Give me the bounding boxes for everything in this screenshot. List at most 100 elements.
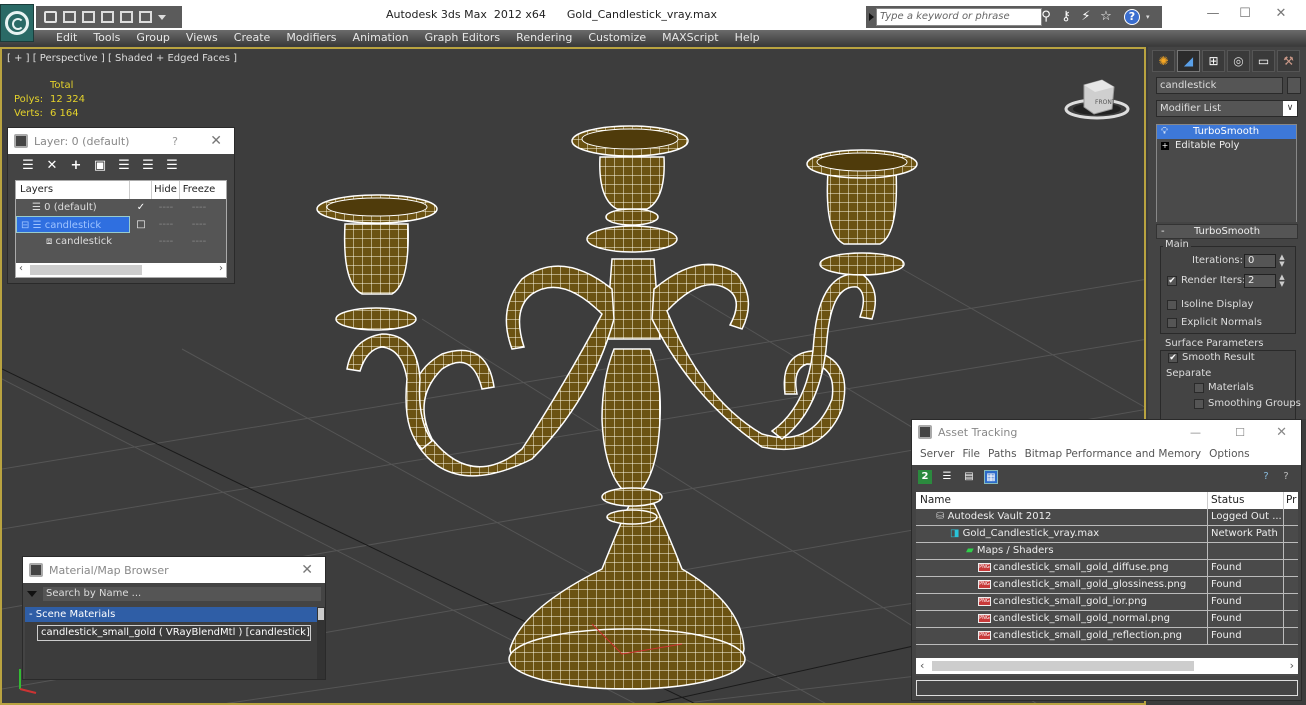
material-browser-titlebar[interactable]: Material/Map Browser ✕: [23, 557, 325, 583]
material-entry[interactable]: candlestick_small_gold ( VRayBlendMtl ) …: [37, 625, 311, 641]
select-layer-icon[interactable]: ☰: [116, 159, 132, 173]
asset-path-field[interactable]: [916, 680, 1298, 696]
menu-rendering[interactable]: Rendering: [508, 30, 580, 46]
browser-options-dropdown-icon[interactable]: [27, 591, 37, 597]
column-status[interactable]: Status: [1208, 492, 1284, 509]
refresh-icon[interactable]: 2: [918, 470, 932, 484]
freeze-toggle[interactable]: ----: [180, 233, 218, 250]
select-objects-icon[interactable]: ▣: [92, 159, 108, 173]
iterations-spinner-arrows[interactable]: ▲ ▼: [1278, 254, 1286, 268]
isoline-display-checkbox[interactable]: [1167, 300, 1177, 310]
column-layers[interactable]: Layers: [16, 181, 130, 199]
asset-menu-bitmap-performance[interactable]: Bitmap Performance and Memory: [1021, 444, 1206, 465]
menu-modifiers[interactable]: Modifiers: [278, 30, 344, 46]
motion-tab-icon[interactable]: ◎: [1227, 50, 1250, 72]
layer-dialog-close-button[interactable]: ✕: [210, 133, 222, 149]
lightbulb-icon[interactable]: 💡︎: [1161, 125, 1168, 139]
column-current[interactable]: [130, 181, 152, 199]
new-scene-icon[interactable]: [82, 11, 95, 23]
search-by-name-input[interactable]: Search by Name ...: [43, 587, 321, 601]
list-view-icon[interactable]: ☰: [940, 470, 954, 484]
asset-menu-file[interactable]: File: [958, 444, 984, 465]
hide-toggle[interactable]: ----: [152, 199, 180, 216]
collapse-rollout-icon[interactable]: -: [1161, 225, 1165, 238]
minimize-button[interactable]: —: [1198, 6, 1228, 22]
object-color-swatch[interactable]: [1287, 77, 1301, 94]
add-to-layer-icon[interactable]: +: [68, 159, 84, 173]
asset-row[interactable]: PNG candlestick_small_gold_normal.png Fou…: [916, 611, 1298, 628]
explicit-normals-checkbox[interactable]: [1167, 318, 1177, 328]
table-view-icon[interactable]: ▦: [984, 470, 998, 484]
rollout-header[interactable]: - TurboSmooth: [1156, 224, 1298, 239]
thumbnail-view-icon[interactable]: ▤: [962, 470, 976, 484]
open-file-icon[interactable]: [44, 11, 57, 23]
asset-row[interactable]: PNG candlestick_small_gold_reflection.png…: [916, 628, 1298, 645]
scrollbar-thumb[interactable]: [30, 265, 142, 275]
help-pointer-icon[interactable]: ?: [1279, 470, 1293, 484]
menu-maxscript[interactable]: MAXScript: [654, 30, 726, 46]
menu-create[interactable]: Create: [226, 30, 279, 46]
maximize-button[interactable]: ☐: [1230, 6, 1260, 22]
menu-animation[interactable]: Animation: [345, 30, 417, 46]
asset-menu-paths[interactable]: Paths: [984, 444, 1021, 465]
menu-group[interactable]: Group: [128, 30, 178, 46]
scene-materials-group[interactable]: - Scene Materials: [25, 607, 317, 622]
freeze-toggle[interactable]: ----: [180, 199, 218, 216]
application-menu-button[interactable]: [0, 4, 34, 42]
scroll-left-icon[interactable]: ‹: [19, 263, 23, 274]
menu-views[interactable]: Views: [178, 30, 226, 46]
stack-item-turbosmooth[interactable]: 💡︎ TurboSmooth: [1157, 125, 1296, 139]
hierarchy-tab-icon[interactable]: ⊞: [1202, 50, 1225, 72]
asset-minimize-button[interactable]: —: [1190, 426, 1201, 439]
render-iters-spinner-arrows[interactable]: ▲ ▼: [1278, 274, 1286, 288]
create-tab-icon[interactable]: ✺: [1152, 50, 1175, 72]
set-current-layer-box[interactable]: □: [130, 216, 152, 233]
material-vertical-scrollbar[interactable]: [317, 607, 325, 679]
layer-help-button[interactable]: ?: [172, 135, 178, 148]
freeze-toggle[interactable]: ----: [180, 216, 218, 233]
asset-menu-options[interactable]: Options: [1205, 444, 1254, 465]
create-layer-icon[interactable]: ☰: [20, 159, 36, 173]
menu-graph-editors[interactable]: Graph Editors: [417, 30, 509, 46]
expand-search-icon[interactable]: [869, 13, 874, 21]
asset-menu-server[interactable]: Server: [916, 444, 958, 465]
asset-row[interactable]: ⛁ Autodesk Vault 2012 Logged Out ...: [916, 509, 1298, 526]
object-name-field[interactable]: candlestick: [1156, 77, 1283, 94]
hide-toggle[interactable]: ----: [152, 216, 180, 233]
communication-center-icon[interactable]: ⚡: [1078, 9, 1094, 25]
asset-row[interactable]: PNG candlestick_small_gold_ior.png Found: [916, 594, 1298, 611]
highlight-layer-icon[interactable]: ☰: [140, 159, 156, 173]
asset-horizontal-scrollbar[interactable]: ‹ ›: [916, 658, 1298, 674]
project-folder-icon[interactable]: [101, 11, 114, 23]
asset-close-button[interactable]: ✕: [1276, 425, 1287, 440]
viewcube[interactable]: FRONT: [1062, 75, 1132, 125]
layer-row[interactable]: ☰ 0 (default) ✓ ---- ----: [16, 199, 226, 216]
collapse-icon[interactable]: ⊟: [21, 220, 33, 231]
favorites-star-icon[interactable]: ☆: [1098, 9, 1114, 25]
column-name[interactable]: Name: [916, 492, 1208, 509]
asset-maximize-button[interactable]: ☐: [1235, 426, 1245, 439]
object-row[interactable]: ⧈ candlestick ---- ----: [16, 233, 226, 250]
menu-customize[interactable]: Customize: [580, 30, 654, 46]
asset-tracking-titlebar[interactable]: Asset Tracking — ☐ ✕: [912, 420, 1301, 444]
viewport-label-menu[interactable]: [ + ] [ Perspective ] [ Shaded + Edged F…: [7, 53, 237, 64]
asset-row[interactable]: ◨ Gold_Candlestick_vray.max Network Path: [916, 526, 1298, 543]
separate-smoothing-groups-checkbox[interactable]: [1194, 399, 1204, 409]
help-dropdown-icon[interactable]: ▾: [1146, 13, 1150, 21]
undo-icon[interactable]: [120, 11, 133, 23]
asset-row[interactable]: ▰ Maps / Shaders: [916, 543, 1298, 560]
modify-tab-icon[interactable]: ◢: [1177, 50, 1200, 72]
current-layer-checkmark[interactable]: ✓: [130, 199, 152, 216]
help-icon[interactable]: ?: [1124, 9, 1140, 25]
scroll-right-icon[interactable]: ›: [1290, 659, 1294, 672]
layer-dialog-titlebar[interactable]: Layer: 0 (default) ? ✕: [8, 128, 234, 154]
column-hide[interactable]: Hide: [152, 181, 180, 199]
column-proxy-resolution[interactable]: Pr: [1284, 492, 1296, 509]
keyword-search-input[interactable]: Type a keyword or phrase: [876, 8, 1042, 26]
asset-row[interactable]: PNG candlestick_small_gold_diffuse.png Fo…: [916, 560, 1298, 577]
iterations-spinner[interactable]: 0: [1244, 254, 1276, 268]
chevron-down-icon[interactable]: ∨: [1283, 101, 1297, 116]
subscription-key-icon[interactable]: ⚷: [1058, 9, 1074, 25]
delete-layer-icon[interactable]: ✕: [44, 159, 60, 173]
stack-item-editable-poly[interactable]: + Editable Poly: [1157, 139, 1296, 153]
